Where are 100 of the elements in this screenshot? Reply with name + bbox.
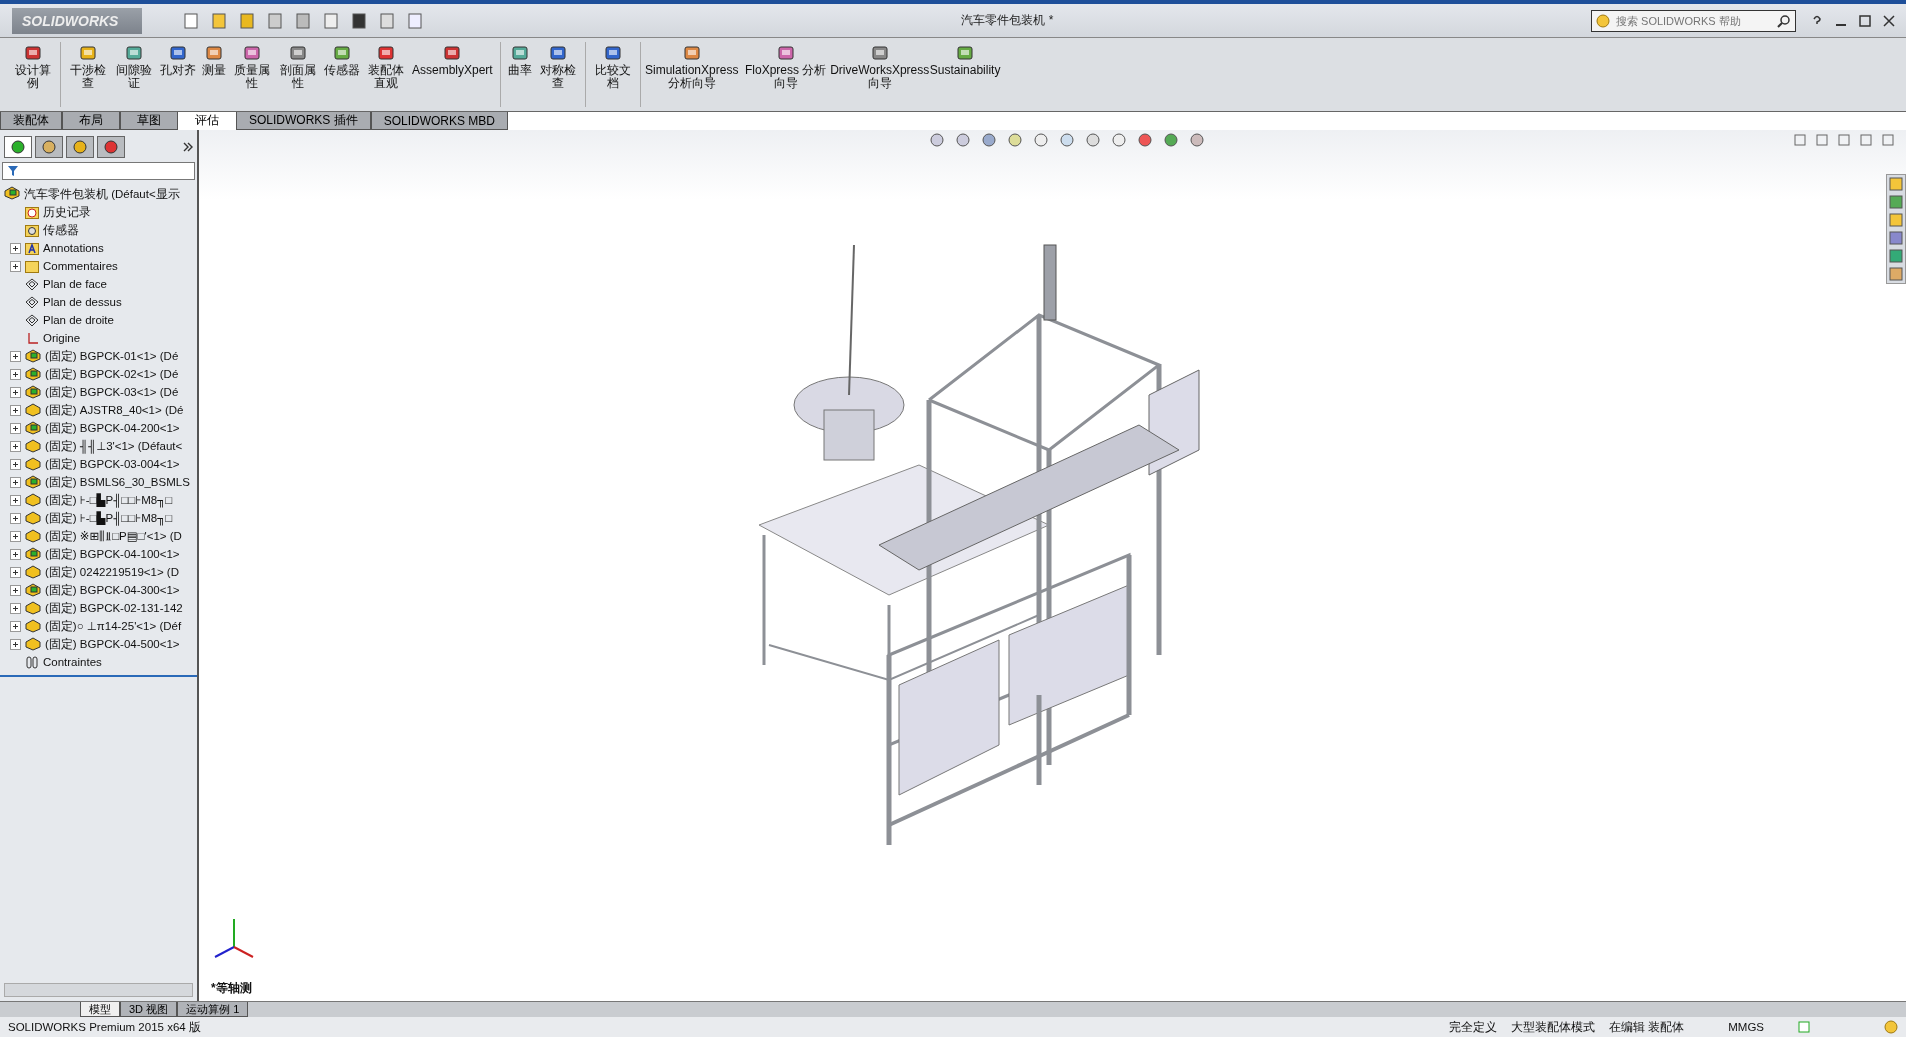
tree-item[interactable]: 历史记录	[43, 204, 91, 220]
ribbon-button[interactable]: 孔对齐	[159, 42, 197, 107]
tree-item[interactable]: (固定) BGPCK-03-004<1>	[45, 456, 180, 472]
maximize-icon[interactable]	[1858, 13, 1872, 28]
expand-icon[interactable]	[10, 440, 21, 452]
expand-icon[interactable]	[10, 602, 21, 614]
expand-chevron-icon[interactable]	[183, 142, 193, 152]
ribbon-button[interactable]: 干涉检查	[67, 42, 109, 107]
part-icon	[25, 511, 41, 525]
tool-icon	[125, 44, 143, 62]
tool-icon	[24, 44, 42, 62]
expand-icon[interactable]	[10, 530, 21, 542]
expand-icon[interactable]	[10, 548, 21, 560]
command-tab[interactable]: 草图	[120, 112, 178, 130]
units-text[interactable]: MMGS	[1728, 1021, 1764, 1033]
tool-icon	[333, 44, 351, 62]
clock-folder-icon	[25, 205, 39, 219]
panel-tab[interactable]	[4, 136, 32, 158]
ribbon-button[interactable]: 测量	[201, 42, 227, 107]
tree-item[interactable]: Plan de face	[43, 278, 107, 290]
part-icon	[25, 493, 41, 507]
tree-item[interactable]: Plan de dessus	[43, 296, 122, 308]
tree-item[interactable]: (固定)○ ⊥π14-25'<1> (Déf	[45, 618, 182, 634]
tool-icon	[243, 44, 261, 62]
tree-item[interactable]: (固定) 0242219519<1> (D	[45, 564, 179, 580]
ribbon-button[interactable]: 间隙验证	[113, 42, 155, 107]
tree-item[interactable]: 传感器	[43, 222, 79, 238]
tree-item[interactable]: (固定) ※⊞⫼⫫□P▤□'<1> (D	[45, 528, 182, 544]
tool-icon	[289, 44, 307, 62]
expand-icon[interactable]	[10, 404, 21, 416]
command-tab[interactable]: SOLIDWORKS 插件	[236, 112, 371, 130]
tree-item[interactable]: (固定) BGPCK-03<1> (Dé	[45, 384, 179, 400]
tree-item[interactable]: (固定) ⊦-□▙P╢□□⊦M8╖□	[45, 510, 173, 526]
expand-icon[interactable]	[10, 422, 21, 434]
ribbon-button[interactable]: 质量属性	[231, 42, 273, 107]
ribbon-button[interactable]: 曲率	[506, 42, 533, 107]
model-tab[interactable]: 模型	[80, 1002, 120, 1017]
command-tab[interactable]: 装配体	[0, 112, 62, 130]
tree-item[interactable]: (固定) BGPCK-02<1> (Dé	[45, 366, 179, 382]
command-tab[interactable]: SOLIDWORKS MBD	[370, 112, 509, 130]
tree-item[interactable]: (固定) BGPCK-04-500<1>	[45, 636, 180, 652]
expand-icon[interactable]	[10, 260, 21, 272]
tree-item[interactable]: (固定) ╢╢⊥3'<1> (Défaut<	[45, 438, 183, 454]
expand-icon[interactable]	[10, 584, 21, 596]
tool-icon	[377, 44, 395, 62]
search-field[interactable]: 搜索 SOLIDWORKS 帮助	[1591, 9, 1796, 32]
model-tab[interactable]: 3D 视图	[120, 1002, 178, 1017]
tree-item[interactable]: (固定) BSMLS6_30_BSMLS	[45, 474, 190, 490]
part-icon	[25, 439, 41, 453]
tree-item[interactable]: Origine	[43, 332, 81, 344]
ribbon-button[interactable]: 比较文档	[591, 42, 634, 107]
tree-item[interactable]: (固定) BGPCK-04-300<1>	[45, 582, 180, 598]
tree-item[interactable]: (固定) ⊦-□▙P╢□□⊦M8╖□	[45, 492, 173, 508]
tree-item[interactable]: (固定) BGPCK-04-200<1>	[45, 420, 180, 436]
expand-icon[interactable]	[10, 566, 21, 578]
expand-icon[interactable]	[10, 620, 21, 632]
window-title: 汽车零件包装机 *	[960, 12, 1055, 29]
tree-item[interactable]: (固定) BGPCK-04-100<1>	[45, 546, 180, 562]
assembly-icon	[25, 367, 41, 381]
filter-field[interactable]	[2, 162, 195, 180]
horizontal-scrollbar[interactable]	[4, 983, 193, 997]
expand-icon[interactable]	[10, 386, 21, 398]
product-version-text: SOLIDWORKS Premium 2015 x64 版	[8, 1019, 201, 1035]
expand-icon[interactable]	[10, 242, 21, 254]
view-orientation-label: *等轴测	[211, 980, 252, 997]
tool-icon	[205, 44, 223, 62]
ribbon-button[interactable]: FloXpress 分析向导	[740, 42, 831, 107]
expand-icon[interactable]	[10, 638, 21, 650]
ribbon-button[interactable]: 传感器	[323, 42, 361, 107]
ribbon-button[interactable]: Sustainability	[928, 42, 1002, 107]
ribbon-button[interactable]: AssemblyXpert	[411, 42, 494, 107]
expand-icon[interactable]	[10, 350, 21, 362]
panel-tab[interactable]	[66, 136, 94, 158]
solidworks-logo: SOLIDWORKS	[12, 7, 142, 34]
ribbon-button[interactable]: 装配体直观	[365, 42, 407, 107]
command-tab[interactable]: 布局	[62, 112, 120, 130]
tree-item[interactable]: (固定) AJSTR8_40<1> (Dé	[45, 402, 184, 418]
panel-tab[interactable]	[97, 136, 125, 158]
ribbon-button[interactable]: 剖面属性	[277, 42, 319, 107]
expand-icon[interactable]	[10, 476, 21, 488]
expand-icon[interactable]	[10, 458, 21, 470]
expand-icon[interactable]	[10, 512, 21, 524]
tree-item[interactable]: (固定) BGPCK-01<1> (Dé	[45, 348, 179, 364]
ribbon-button[interactable]: 设计算例	[12, 42, 54, 107]
tree-item[interactable]: 汽车零件包装机 (Défaut<显示	[24, 186, 180, 202]
status-text: 大型装配体模式	[1511, 1019, 1595, 1035]
model-tab[interactable]: 运动算例 1	[177, 1002, 249, 1017]
ribbon-button[interactable]: 对称检查	[536, 42, 579, 107]
assembly-icon	[25, 385, 41, 399]
panel-tab[interactable]	[35, 136, 63, 158]
expand-icon[interactable]	[10, 494, 21, 506]
assembly-icon	[25, 349, 41, 363]
tree-item[interactable]: Commentaires	[43, 260, 118, 272]
expand-icon[interactable]	[10, 368, 21, 380]
tree-item[interactable]: Annotations	[43, 242, 104, 254]
part-icon	[25, 565, 41, 579]
tree-item[interactable]: Contraintes	[43, 656, 102, 668]
tree-item[interactable]: Plan de droite	[43, 314, 114, 326]
tree-item[interactable]: (固定) BGPCK-02-131-142	[45, 600, 183, 616]
ribbon-button[interactable]: SimulationXpress 分析向导	[646, 42, 737, 107]
